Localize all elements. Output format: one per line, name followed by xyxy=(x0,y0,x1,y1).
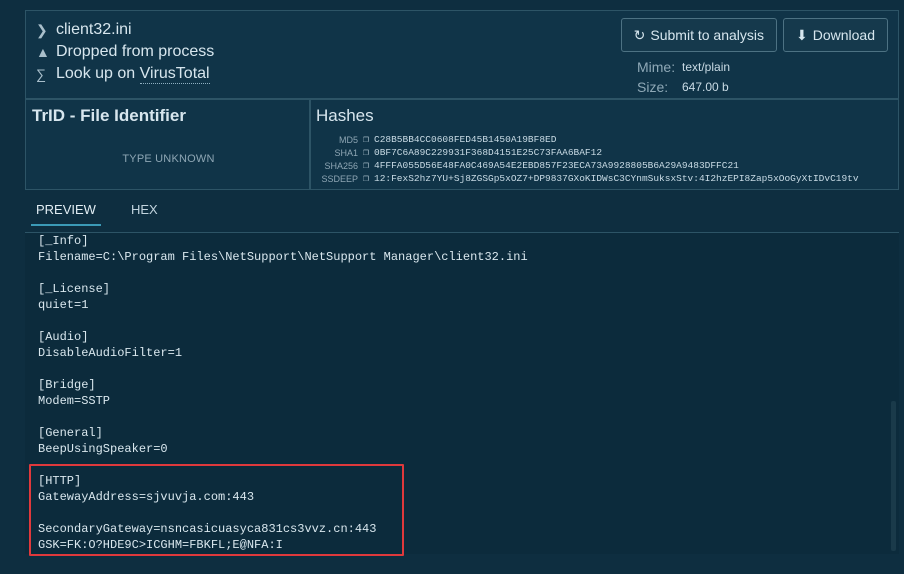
trid-status: TYPE UNKNOWN xyxy=(122,153,215,165)
hash-value: 0BF7C6A89C229931F368D4151E25C73FAA6BAF12 xyxy=(374,147,603,158)
arrow-down-icon: ⬇ xyxy=(796,26,808,43)
warning-icon: ▲ xyxy=(36,44,50,60)
submit-label: Submit to analysis xyxy=(650,27,764,43)
copy-icon[interactable]: ❐ xyxy=(358,147,374,159)
hash-row-md5: MD5 ❐ C28B5BB4CC0608FED45B1450A19BF8ED xyxy=(311,133,859,146)
content-line xyxy=(38,409,528,425)
chevron-right-icon: ❯ xyxy=(36,21,48,38)
content-line: DisableAudioFilter=1 xyxy=(38,346,183,360)
copy-icon[interactable]: ❐ xyxy=(358,160,374,172)
file-name: client32.ini xyxy=(56,21,132,38)
copy-icon[interactable]: ❐ xyxy=(358,134,374,146)
content-line: [Audio] xyxy=(38,330,89,344)
refresh-icon: ↻ xyxy=(633,26,646,43)
content-line: [_Info] xyxy=(38,234,89,248)
download-label: Download xyxy=(812,27,875,43)
hash-key: SHA1 xyxy=(334,147,358,158)
content-line xyxy=(38,313,528,329)
lookup-prefix: Look up on xyxy=(56,65,140,82)
trid-panel: TrID - File Identifier TYPE UNKNOWN xyxy=(25,99,310,190)
virustotal-link[interactable]: VirusTotal xyxy=(139,65,210,84)
content-line: BeepUsingSpeaker=0 xyxy=(38,442,168,456)
submit-to-analysis-button[interactable]: ↻ Submit to analysis xyxy=(620,18,777,52)
tab-hex[interactable]: HEX xyxy=(131,200,158,226)
scrollbar-thumb[interactable] xyxy=(891,401,896,551)
file-name-row[interactable]: ❯ client32.ini xyxy=(36,19,214,41)
hash-row-sha1: SHA1 ❐ 0BF7C6A89C229931F368D4151E25C73FA… xyxy=(311,146,859,159)
view-tabs: PREVIEW HEX xyxy=(31,200,158,226)
sigma-icon: ∑ xyxy=(36,66,46,82)
highlight-box xyxy=(29,464,404,556)
file-origin: Dropped from process xyxy=(56,43,215,60)
hashes-title: Hashes xyxy=(316,106,374,125)
size-label: Size: xyxy=(637,79,669,95)
file-info-panel: ❯ client32.ini ▲ Dropped from process ∑ … xyxy=(25,10,899,99)
hash-key: SSDEEP xyxy=(321,173,358,184)
size-row: Size: 647.00 b xyxy=(637,77,730,97)
download-button[interactable]: ⬇ Download xyxy=(783,18,888,52)
hashes-panel: Hashes MD5 ❐ C28B5BB4CC0608FED45B1450A19… xyxy=(310,99,899,190)
hash-list: MD5 ❐ C28B5BB4CC0608FED45B1450A19BF8ED S… xyxy=(311,133,859,185)
content-line: quiet=1 xyxy=(38,298,89,312)
file-meta: Mime: text/plain Size: 647.00 b xyxy=(637,57,730,97)
content-line: [_License] xyxy=(38,282,111,296)
tab-preview[interactable]: PREVIEW xyxy=(31,200,101,226)
mime-row: Mime: text/plain xyxy=(637,57,730,77)
trid-title: TrID - File Identifier xyxy=(32,106,186,125)
hash-key: SHA256 xyxy=(324,160,358,171)
hash-value: 4FFFA055D56E48FA0C469A54E2EBD857F23ECA73… xyxy=(374,160,739,171)
content-line: Modem=SSTP xyxy=(38,394,111,408)
mime-label: Mime: xyxy=(637,59,676,75)
content-line: [Bridge] xyxy=(38,378,96,392)
hash-row-sha256: SHA256 ❐ 4FFFA055D56E48FA0C469A54E2EBD85… xyxy=(311,159,859,172)
copy-icon[interactable]: ❐ xyxy=(358,173,374,185)
mime-value: text/plain xyxy=(682,60,731,74)
action-buttons: ↻ Submit to analysis ⬇ Download xyxy=(620,18,888,52)
hash-row-ssdeep: SSDEEP ❐ 12:FexS2hz7YU+Sj8ZGSGp5xOZ7+DP9… xyxy=(311,172,859,185)
hash-value: 12:FexS2hz7YU+Sj8ZGSGp5xOZ7+DP9837GXoKID… xyxy=(374,173,859,184)
content-line xyxy=(38,361,528,377)
virustotal-lookup-row[interactable]: ∑ Look up on VirusTotal xyxy=(36,63,214,85)
size-value: 647.00 b xyxy=(682,80,729,94)
content-line: [General] xyxy=(38,426,103,440)
content-line xyxy=(38,265,528,281)
hash-value: C28B5BB4CC0608FED45B1450A19BF8ED xyxy=(374,134,557,145)
file-info: ❯ client32.ini ▲ Dropped from process ∑ … xyxy=(36,19,214,85)
content-line: Filename=C:\Program Files\NetSupport\Net… xyxy=(38,250,528,264)
hash-key: MD5 xyxy=(338,134,358,145)
file-origin-row: ▲ Dropped from process xyxy=(36,41,214,63)
